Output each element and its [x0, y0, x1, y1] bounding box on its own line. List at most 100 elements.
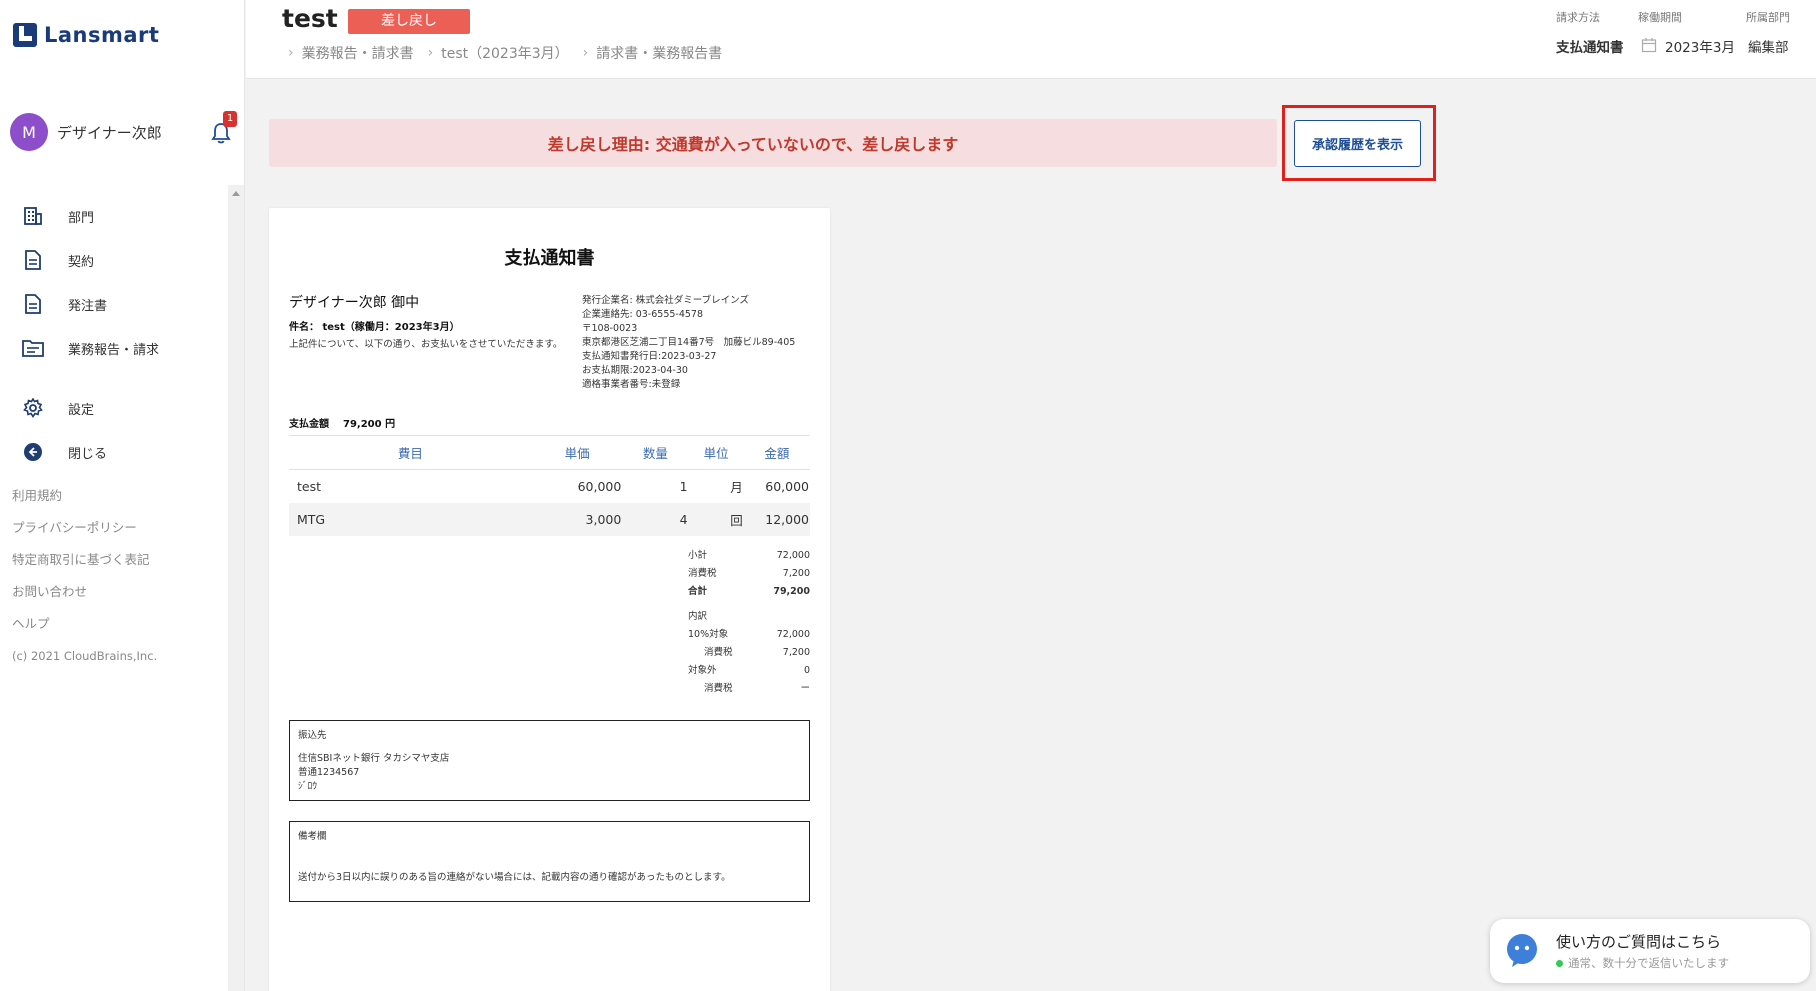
support-chat-widget[interactable]: 使い方のご質問はこちら 通常、数十分で返信いたします — [1490, 919, 1810, 983]
user-profile[interactable]: M デザイナー次郎 1 — [10, 111, 237, 151]
column-header: 数量 — [622, 435, 689, 470]
sidebar-nav: 部門 契約 発注書 業務報告・請求 設定 閉じる — [0, 194, 228, 474]
chat-title: 使い方のご質問はこちら — [1556, 933, 1722, 951]
status-badge: 差し戻し — [348, 9, 470, 34]
total-label: 合計 — [688, 586, 708, 597]
totals-gap — [688, 601, 810, 608]
exempt-label: 対象外 — [688, 665, 717, 676]
scroll-up-arrow-icon[interactable] — [232, 191, 240, 196]
breakdown-label: 内訳 — [688, 611, 708, 622]
sidebar-item-label: 契約 — [68, 254, 95, 270]
building-icon — [22, 205, 44, 227]
page-title: test — [282, 4, 338, 33]
tax-value: 7,200 — [782, 568, 810, 579]
total-value: 79,200 — [773, 586, 810, 597]
table-row: MTG 3,000 4 回 12,000 — [289, 502, 810, 536]
item-quantity: 1 — [679, 478, 688, 494]
terms-link[interactable]: 利用規約 — [12, 484, 157, 516]
column-header: 費目 — [289, 435, 532, 470]
exempt-row: 対象外 0 — [688, 662, 810, 680]
item-unit-price: 60,000 — [577, 478, 622, 494]
tax-label: 消費税 — [688, 568, 717, 579]
help-link[interactable]: ヘルプ — [12, 612, 157, 644]
subject: 件名： test（稼働月：2023年3月） — [289, 322, 460, 333]
payment-notice-document: 支払通知書 デザイナー次郎 御中 件名： test（稼働月：2023年3月） 上… — [269, 208, 830, 991]
column-header: 単位 — [688, 435, 744, 470]
item-amount: 12,000 — [743, 502, 810, 536]
chevron-right-icon: › — [427, 45, 434, 61]
sidebar-item-report-invoice[interactable]: 業務報告・請求 — [0, 326, 228, 370]
taxable-tax-value: 7,200 — [782, 647, 810, 658]
department-value: 編集部 — [1748, 40, 1789, 56]
avatar[interactable]: M — [10, 113, 48, 151]
sidebar-item-purchase-order[interactable]: 発注書 — [0, 282, 228, 326]
commerce-law-link[interactable]: 特定商取引に基づく表記 — [12, 548, 157, 580]
taxable-tax-row: 消費税 7,200 — [688, 644, 810, 662]
item-unit: 月 — [730, 479, 743, 495]
intro-text: 上記件について、以下の通り、お支払いをさせていただきます。 — [289, 339, 563, 350]
issuer-line: 〒108-0023 — [582, 323, 638, 334]
sidebar: Lansmart M デザイナー次郎 1 部門 契約 発注書 業務報告・請求 設… — [0, 0, 245, 991]
exempt-tax-value: ー — [800, 683, 810, 694]
billing-method-label: 請求方法 — [1556, 11, 1600, 24]
sidebar-item-close[interactable]: 閉じる — [0, 430, 228, 474]
exempt-tax-row: 消費税 ー — [688, 680, 810, 698]
issuer-line: 企業連絡先: 03-6555-4578 — [582, 309, 704, 320]
sidebar-item-settings[interactable]: 設定 — [0, 386, 228, 430]
sidebar-item-department[interactable]: 部門 — [0, 194, 228, 238]
issuer-info: 発行企業名: 株式会社ダミーブレインズ 企業連絡先: 03-6555-4578 … — [582, 294, 795, 392]
privacy-link[interactable]: プライバシーポリシー — [12, 516, 157, 548]
gear-icon — [22, 397, 44, 419]
period-label: 稼働期間 — [1638, 11, 1682, 24]
approval-history-button[interactable]: 承認履歴を表示 — [1294, 120, 1421, 167]
page-header: test 差し戻し › 業務報告・請求書 › test（2023年3月） › 請… — [246, 0, 1816, 79]
breakdown-row: 内訳 — [688, 608, 810, 626]
sidebar-item-label: 閉じる — [68, 446, 108, 462]
calendar-icon — [1641, 37, 1657, 53]
taxable-value: 72,000 — [776, 629, 810, 640]
contact-link[interactable]: お問い合わせ — [12, 580, 157, 612]
sidebar-scrollbar[interactable] — [228, 185, 244, 991]
line-items-table: 費目 単価 数量 単位 金額 test 60,000 1 月 60,000 MT… — [289, 435, 810, 536]
totals-summary: 小計 72,000 消費税 7,200 合計 79,200 内訳 10%対象 72,00… — [688, 547, 810, 698]
chat-bubble-icon — [1507, 934, 1537, 967]
copyright: (c) 2021 CloudBrains,Inc. — [12, 649, 158, 663]
table-row: test 60,000 1 月 60,000 — [289, 470, 810, 503]
bank-line: ｼﾞﾛｳ — [298, 781, 318, 792]
sidebar-item-label: 発注書 — [68, 298, 108, 314]
breadcrumb-item[interactable]: 業務報告・請求書 — [302, 43, 414, 63]
rejection-reason: 差し戻し理由: 交通費が入っていないので、差し戻します — [547, 135, 959, 154]
document-icon — [22, 249, 44, 271]
chevron-right-icon: › — [288, 45, 294, 61]
item-unit-price: 3,000 — [531, 502, 623, 536]
lansmart-logo-icon — [13, 23, 37, 47]
arrow-left-circle-icon — [22, 441, 44, 463]
document-title: 支払通知書 — [504, 248, 595, 269]
subtotal-row: 小計 72,000 — [688, 547, 810, 565]
bank-title: 振込先 — [298, 730, 327, 741]
breadcrumb-item[interactable]: test（2023年3月） — [441, 43, 568, 63]
sidebar-item-label: 部門 — [68, 210, 95, 226]
notification-button[interactable]: 1 — [210, 111, 237, 145]
item-name: MTG — [289, 502, 532, 536]
issuer-line: 支払通知書発行日:2023-03-27 — [582, 351, 717, 362]
department-label: 所属部門 — [1746, 11, 1790, 24]
tax-row: 消費税 7,200 — [688, 565, 810, 583]
item-unit: 回 — [688, 502, 744, 536]
billing-method-value: 支払通知書 — [1556, 40, 1624, 56]
breadcrumb-item-current: 請求書・業務報告書 — [596, 46, 723, 62]
sidebar-item-contract[interactable]: 契約 — [0, 238, 228, 282]
rejection-alert: 差し戻し理由: 交通費が入っていないので、差し戻します — [269, 119, 1277, 167]
document-icon — [22, 293, 44, 315]
amount-value: 79,200 円 — [343, 419, 396, 430]
user-name: デザイナー次郎 — [57, 123, 162, 142]
taxable-tax-label: 消費税 — [704, 647, 733, 658]
item-amount: 60,000 — [765, 478, 809, 494]
item-name: test — [297, 478, 322, 494]
notes-box: 備考欄 送付から3日以内に誤りのある旨の連絡がない場合には、記載内容の通り確認が… — [289, 821, 810, 902]
issuer-line: お支払期限:2023-04-30 — [582, 365, 688, 376]
exempt-tax-label: 消費税 — [704, 683, 733, 694]
logo[interactable]: Lansmart — [12, 22, 159, 48]
chevron-right-icon: › — [582, 45, 589, 61]
taxable-label: 10%対象 — [688, 629, 729, 640]
